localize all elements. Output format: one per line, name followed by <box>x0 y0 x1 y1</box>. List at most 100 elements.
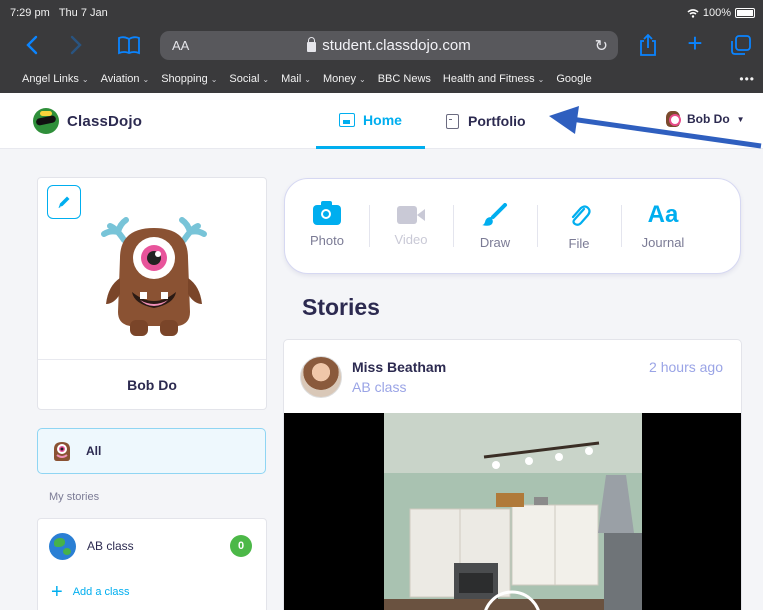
favorites-more-button[interactable]: ••• <box>739 72 755 86</box>
status-bar: 7:29 pm Thu 7 Jan 100% <box>0 0 763 26</box>
class-name: AB class <box>87 539 134 553</box>
plus-icon: + <box>51 581 63 603</box>
profile-divider <box>38 359 266 360</box>
pencil-icon <box>58 196 70 208</box>
annotation-arrow-icon <box>549 106 762 149</box>
favorite-label: Money <box>322 72 356 85</box>
draw-label: Draw <box>479 234 511 250</box>
story-author: Miss Beatham <box>352 359 447 375</box>
favorite-item[interactable]: Money ⌄ <box>323 73 366 85</box>
tab-portfolio-label: Portfolio <box>468 113 526 129</box>
favorite-item[interactable]: Aviation ⌄ <box>101 73 150 85</box>
tab-home[interactable]: Home <box>316 93 425 149</box>
add-class-label: Add a class <box>72 586 130 598</box>
favorites-bar: Angel Links ⌄ Aviation ⌄ Shopping ⌄ Social ⌄ Mai… <box>0 64 763 93</box>
chevron-down-icon: ⌄ <box>142 74 150 84</box>
chevron-down-icon: ⌄ <box>262 74 270 84</box>
paperclip-icon <box>571 204 591 226</box>
favorite-item[interactable]: Social ⌄ <box>229 73 269 85</box>
class-item[interactable]: AB class 0 <box>49 532 252 560</box>
portfolio-icon <box>446 113 459 129</box>
favorite-label: Google <box>556 72 592 85</box>
back-icon[interactable] <box>20 33 44 57</box>
favorite-label: Shopping <box>161 72 208 85</box>
favorite-item[interactable]: BBC News <box>378 73 431 85</box>
status-date: Thu 7 Jan <box>58 7 108 19</box>
favorite-item[interactable]: Health and Fitness ⌄ <box>443 73 544 85</box>
favorite-item[interactable]: Shopping ⌄ <box>161 73 217 85</box>
lock-icon <box>307 37 317 52</box>
tab-portfolio[interactable]: Portfolio <box>446 93 526 149</box>
story-video-frame <box>384 413 642 610</box>
class-list-card: AB class 0 + Add a class <box>37 518 267 610</box>
home-image-icon <box>339 112 356 127</box>
video-camera-icon <box>397 205 425 224</box>
filter-all-stories[interactable]: All <box>37 428 266 474</box>
tab-home-label: Home <box>363 111 402 128</box>
forward-icon[interactable] <box>64 33 88 57</box>
brand-name: ClassDojo <box>67 112 143 130</box>
journal-label: Journal <box>641 234 685 250</box>
url-text: student.classdojo.com <box>322 37 471 54</box>
favorite-item[interactable]: Mail ⌄ <box>281 73 311 85</box>
globe-icon <box>49 532 76 560</box>
chevron-down-icon: ⌄ <box>537 74 545 84</box>
journal-aa-icon: Aa <box>647 200 679 228</box>
draw-button[interactable]: Draw <box>453 193 537 259</box>
filter-all-label: All <box>86 444 102 458</box>
address-url[interactable]: student.classdojo.com <box>160 37 618 54</box>
file-label: File <box>568 235 590 251</box>
battery-percent: 100% <box>702 7 731 19</box>
teacher-avatar <box>300 356 342 398</box>
monster-avatar-icon <box>101 217 207 336</box>
battery-icon <box>735 8 755 18</box>
story-timestamp: 2 hours ago <box>649 359 723 375</box>
address-bar[interactable]: AA student.classdojo.com ↻ <box>160 31 618 60</box>
new-tab-icon[interactable]: + <box>683 28 707 58</box>
favorite-label: Mail <box>281 72 302 85</box>
classdojo-logo[interactable]: ClassDojo <box>33 108 142 134</box>
all-stories-avatar-icon <box>54 442 70 461</box>
photo-label: Photo <box>310 232 344 248</box>
photo-button[interactable]: Photo <box>285 193 369 259</box>
favorite-label: BBC News <box>377 72 431 85</box>
bookmarks-book-icon[interactable] <box>117 33 141 57</box>
chevron-down-icon: ⌄ <box>304 74 311 84</box>
edit-avatar-button[interactable] <box>47 185 81 219</box>
story-composer: Photo Video Draw File Aa Journal <box>284 178 741 274</box>
video-button[interactable]: Video <box>369 193 453 259</box>
favorite-label: Angel Links <box>22 72 79 85</box>
class-count-badge: 0 <box>230 535 252 557</box>
share-icon[interactable] <box>636 33 660 57</box>
chevron-down-icon: ⌄ <box>359 74 366 84</box>
story-class: AB class <box>352 379 407 395</box>
favorite-label: Health and Fitness <box>442 72 535 85</box>
wifi-icon <box>687 9 699 18</box>
chevron-down-icon: ⌄ <box>210 74 218 84</box>
status-time: 7:29 pm <box>10 7 50 19</box>
browser-toolbar: AA student.classdojo.com ↻ + <box>0 26 763 64</box>
classdojo-logo-icon <box>33 108 59 134</box>
favorite-label: Aviation <box>100 72 140 85</box>
favorite-label: Social <box>229 72 260 85</box>
story-card: Miss Beatham AB class 2 hours ago <box>283 339 742 610</box>
video-label: Video <box>394 231 428 247</box>
paintbrush-icon <box>482 202 507 226</box>
status-left: 7:29 pm Thu 7 Jan <box>10 7 108 19</box>
file-button[interactable]: File <box>537 193 621 259</box>
stories-heading: Stories <box>302 294 380 320</box>
favorite-item[interactable]: Google <box>556 73 591 85</box>
status-right: 100% <box>687 7 755 19</box>
student-profile-card: Bob Do <box>37 177 267 410</box>
browser-chrome: 7:29 pm Thu 7 Jan 100% AA student.classd… <box>0 0 763 93</box>
favorite-item[interactable]: Angel Links ⌄ <box>22 73 89 85</box>
journal-button[interactable]: Aa Journal <box>621 193 705 259</box>
my-stories-heading: My stories <box>49 491 100 503</box>
camera-icon <box>313 200 341 225</box>
add-class-button[interactable]: + Add a class <box>51 582 130 602</box>
story-video[interactable] <box>284 413 741 610</box>
student-name: Bob Do <box>127 377 177 393</box>
chevron-down-icon: ⌄ <box>81 74 89 84</box>
tabs-overview-icon[interactable] <box>729 33 753 57</box>
reload-icon[interactable]: ↻ <box>595 36 608 56</box>
